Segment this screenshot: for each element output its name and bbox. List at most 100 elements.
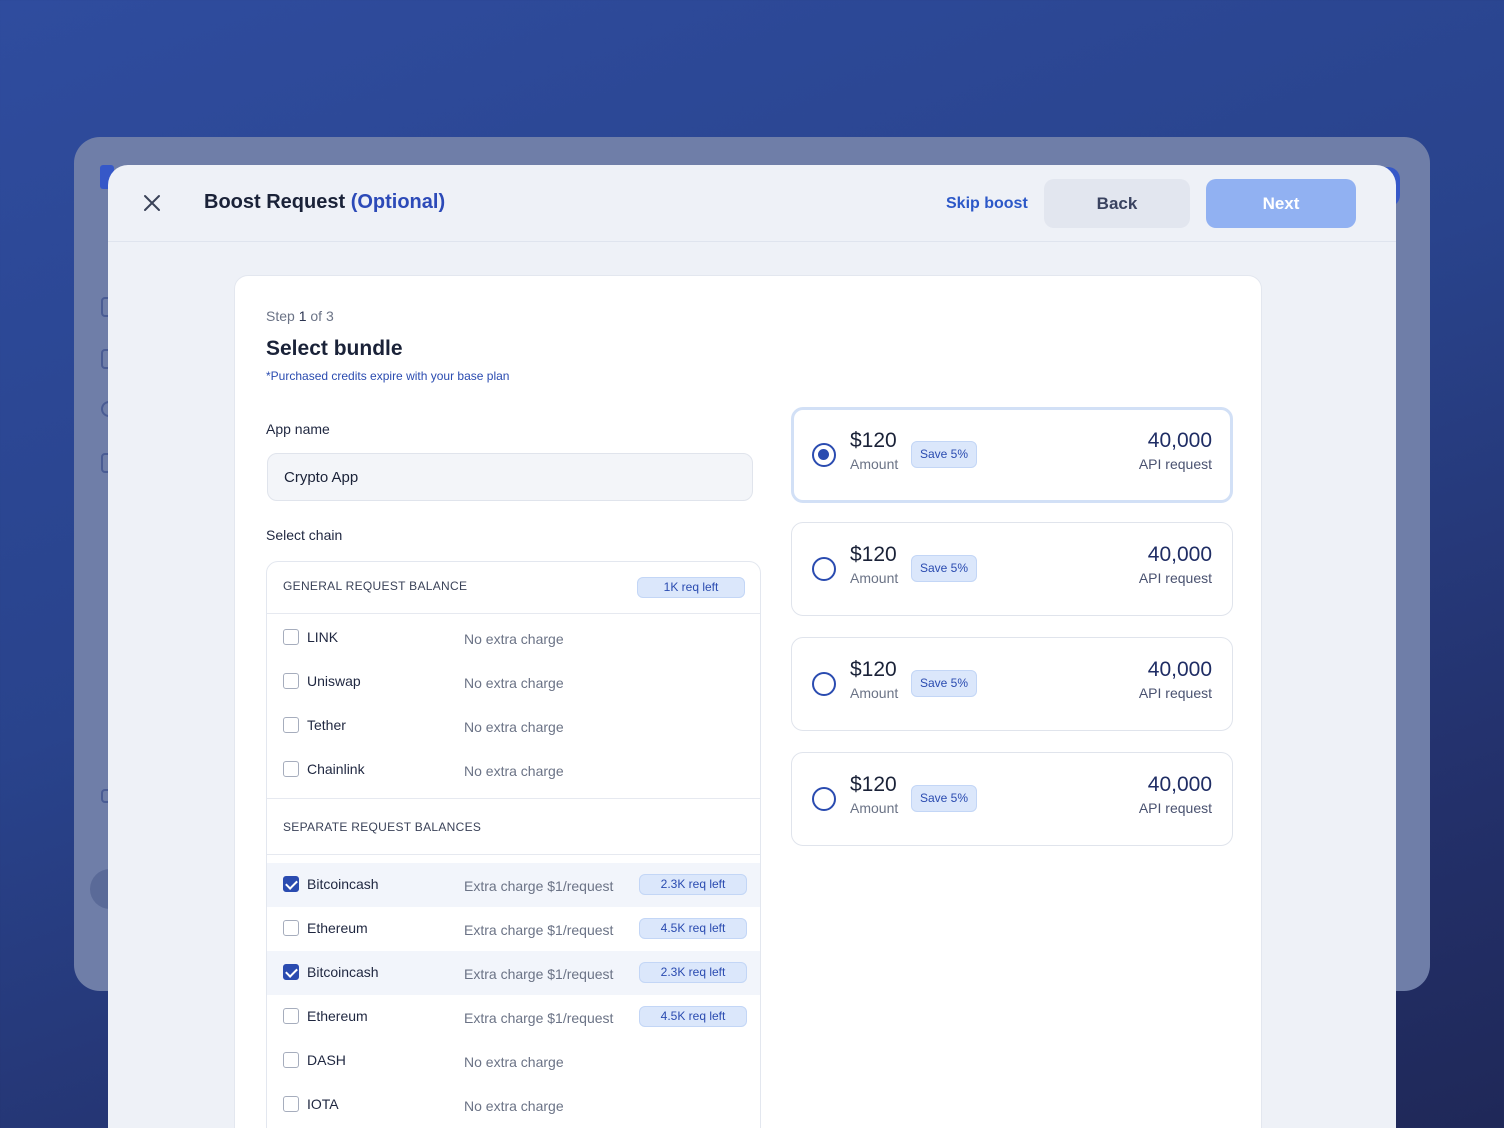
chain-row[interactable]: IOTA No extra charge xyxy=(267,1083,760,1127)
skip-boost-link[interactable]: Skip boost xyxy=(946,195,1028,213)
step-current: 1 xyxy=(298,308,307,324)
chain-name: Ethereum xyxy=(307,920,368,936)
chain-checkbox[interactable] xyxy=(283,920,299,936)
chain-checkbox[interactable] xyxy=(283,629,299,645)
section-title: Select bundle xyxy=(266,337,403,360)
modal-header: Boost Request (Optional) Skip boost Back… xyxy=(108,165,1396,242)
separate-chain-list: Bitcoincash Extra charge $1/request 2.3K r… xyxy=(267,855,760,1128)
chain-checkbox[interactable] xyxy=(283,964,299,980)
chain-row[interactable]: Ethereum Extra charge $1/request 4.5K req … xyxy=(267,907,760,951)
bundle-option[interactable]: $120 Amount Save 5% 40,000 API request xyxy=(791,637,1233,731)
step-card: Step 1 of 3 Select bundle *Purchased cre… xyxy=(234,275,1262,1128)
chain-row[interactable]: Chainlink No extra charge xyxy=(267,748,760,792)
chain-charge: No extra charge xyxy=(464,719,564,735)
chain-name: IOTA xyxy=(307,1096,339,1112)
bundle-option[interactable]: $120 Amount Save 5% 40,000 API request xyxy=(791,522,1233,616)
chain-name: Chainlink xyxy=(307,761,365,777)
general-balance-badge: 1K req left xyxy=(637,577,745,598)
general-balance-label: GENERAL REQUEST BALANCE xyxy=(283,579,468,593)
bundle-price: $120 xyxy=(850,429,897,452)
app-name-input[interactable] xyxy=(267,453,753,501)
chain-checkbox[interactable] xyxy=(283,1052,299,1068)
chain-charge: Extra charge $1/request xyxy=(464,878,614,894)
chain-charge: No extra charge xyxy=(464,763,564,779)
separate-balance-header: SEPARATE REQUEST BALANCES xyxy=(267,799,760,855)
bundle-amount-label: Amount xyxy=(850,570,899,586)
bundle-radio[interactable] xyxy=(812,557,836,581)
chain-charge: No extra charge xyxy=(464,1054,564,1070)
chain-row[interactable]: LINK No extra charge xyxy=(267,616,760,660)
bundle-amount-label: Amount xyxy=(850,685,899,701)
req-left-badge: 4.5K req left xyxy=(639,918,747,939)
bundle-request-label: API request xyxy=(1138,685,1212,701)
bundle-request-count: 40,000 xyxy=(1147,658,1212,681)
bundle-request-label: API request xyxy=(1138,570,1212,586)
chain-checkbox[interactable] xyxy=(283,1096,299,1112)
chain-name: Tether xyxy=(307,717,346,733)
expiry-note: *Purchased credits expire with your base… xyxy=(266,369,510,383)
step-suffix: of 3 xyxy=(310,308,334,324)
back-button[interactable]: Back xyxy=(1044,179,1190,228)
step-indicator: Step 1 of 3 xyxy=(266,308,334,324)
bundle-radio[interactable] xyxy=(812,443,836,467)
bundle-request-count: 40,000 xyxy=(1147,543,1212,566)
chain-row[interactable]: Tether No extra charge xyxy=(267,704,760,748)
separate-balance-label: SEPARATE REQUEST BALANCES xyxy=(283,820,482,834)
req-left-badge: 4.5K req left xyxy=(639,1006,747,1027)
chain-name: DASH xyxy=(307,1052,346,1068)
chain-name: Ethereum xyxy=(307,1008,368,1024)
chain-name: Bitcoincash xyxy=(307,964,379,980)
chain-charge: Extra charge $1/request xyxy=(464,966,614,982)
bundle-request-label: API request xyxy=(1138,800,1212,816)
chain-checkbox[interactable] xyxy=(283,761,299,777)
chain-charge: Extra charge $1/request xyxy=(464,922,614,938)
chain-name: Bitcoincash xyxy=(307,876,379,892)
bundle-price: $120 xyxy=(850,773,897,796)
chain-charge: No extra charge xyxy=(464,631,564,647)
modal-title-optional: (Optional) xyxy=(350,191,446,213)
select-chain-label: Select chain xyxy=(266,527,343,543)
chain-row[interactable]: Bitcoincash Extra charge $1/request 2.3K r… xyxy=(267,951,760,995)
bundle-price: $120 xyxy=(850,543,897,566)
chain-charge: Extra charge $1/request xyxy=(464,1010,614,1026)
save-badge: Save 5% xyxy=(911,555,977,582)
save-badge: Save 5% xyxy=(911,785,977,812)
bundle-request-count: 40,000 xyxy=(1147,429,1212,452)
bundle-request-count: 40,000 xyxy=(1147,773,1212,796)
req-left-badge: 2.3K req left xyxy=(639,962,747,983)
step-prefix: Step xyxy=(266,308,295,324)
chain-checkbox[interactable] xyxy=(283,876,299,892)
chain-charge: No extra charge xyxy=(464,1098,564,1114)
chain-row[interactable]: Uniswap No extra charge xyxy=(267,660,760,704)
chain-name: LINK xyxy=(307,629,339,645)
boost-request-modal: Boost Request (Optional) Skip boost Back… xyxy=(108,165,1396,1128)
chain-checkbox[interactable] xyxy=(283,673,299,689)
modal-title: Boost Request (Optional) xyxy=(204,191,445,214)
bundle-list: $120 Amount Save 5% 40,000 API request $120 Am… xyxy=(791,407,1233,867)
bundle-request-label: API request xyxy=(1138,456,1212,472)
chain-row[interactable]: Ethereum Extra charge $1/request 4.5K req … xyxy=(267,995,760,1039)
chain-checkbox[interactable] xyxy=(283,1008,299,1024)
save-badge: Save 5% xyxy=(911,441,977,468)
bundle-option[interactable]: $120 Amount Save 5% 40,000 API request xyxy=(791,407,1233,503)
chain-selector: GENERAL REQUEST BALANCE 1K req left LINK… xyxy=(266,561,761,1128)
bundle-price: $120 xyxy=(850,658,897,681)
close-icon[interactable] xyxy=(140,191,164,215)
chain-name: Uniswap xyxy=(307,673,361,689)
chain-row[interactable]: DASH No extra charge xyxy=(267,1039,760,1083)
modal-title-text: Boost Request xyxy=(204,191,346,213)
chain-checkbox[interactable] xyxy=(283,717,299,733)
app-name-label: App name xyxy=(266,421,330,437)
req-left-badge: 2.3K req left xyxy=(639,874,747,895)
chain-charge: No extra charge xyxy=(464,675,564,691)
bundle-radio[interactable] xyxy=(812,787,836,811)
bundle-amount-label: Amount xyxy=(850,800,899,816)
bundle-option[interactable]: $120 Amount Save 5% 40,000 API request xyxy=(791,752,1233,846)
chain-row[interactable]: Bitcoincash Extra charge $1/request 2.3K r… xyxy=(267,863,760,907)
general-chain-list: LINK No extra charge Uniswap No extra charg… xyxy=(267,614,760,799)
bundle-amount-label: Amount xyxy=(850,456,899,472)
next-button[interactable]: Next xyxy=(1206,179,1356,228)
bundle-radio[interactable] xyxy=(812,672,836,696)
save-badge: Save 5% xyxy=(911,670,977,697)
general-balance-header: GENERAL REQUEST BALANCE 1K req left xyxy=(267,562,760,614)
